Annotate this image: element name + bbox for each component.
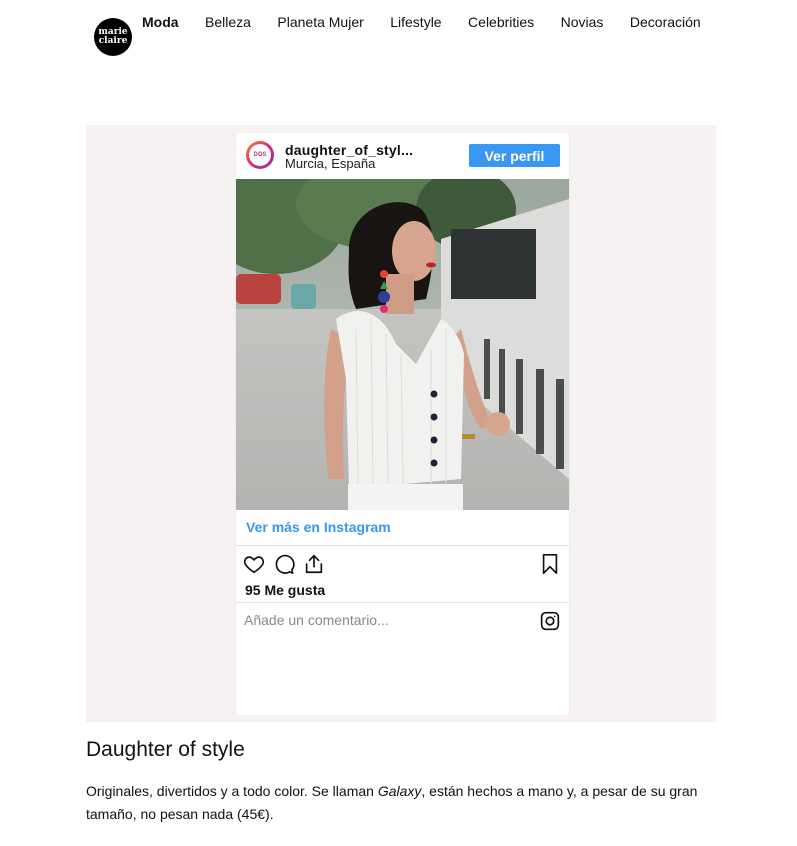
- nav-item-decoracion[interactable]: Decoración: [630, 14, 701, 30]
- post-location[interactable]: Murcia, España: [285, 156, 375, 171]
- post-header: DOS daughter_of_styl... Murcia, España V…: [236, 133, 569, 179]
- paragraph-text-start: Originales, divertidos y a todo color. S…: [86, 783, 378, 799]
- marie-claire-logo[interactable]: marie claire: [94, 18, 132, 56]
- bookmark-icon[interactable]: [539, 553, 561, 575]
- instagram-embed-panel: DOS daughter_of_styl... Murcia, España V…: [86, 125, 716, 722]
- nav-item-planeta-mujer[interactable]: Planeta Mujer: [277, 14, 363, 30]
- logo-line2: claire: [98, 36, 128, 46]
- likes-count: 95 Me gusta: [245, 582, 326, 598]
- share-icon[interactable]: [303, 553, 325, 575]
- nav-item-moda[interactable]: Moda: [142, 14, 179, 30]
- article-paragraph: Originales, divertidos y a todo color. S…: [86, 780, 726, 826]
- site-header: marie claire Moda Belleza Planeta Mujer …: [0, 0, 797, 60]
- main-nav: Moda Belleza Planeta Mujer Lifestyle Cel…: [142, 14, 717, 36]
- view-profile-button[interactable]: Ver perfil: [469, 144, 560, 167]
- separator-bottom: [236, 602, 569, 603]
- nav-item-novias[interactable]: Novias: [561, 14, 604, 30]
- separator-top: [236, 545, 569, 546]
- article-title: Daughter of style: [86, 738, 245, 761]
- view-more-on-instagram-link[interactable]: Ver más en Instagram: [246, 519, 391, 535]
- profile-avatar[interactable]: DOS: [246, 141, 274, 169]
- comment-input[interactable]: [244, 609, 514, 631]
- post-photo[interactable]: [236, 179, 569, 510]
- heart-icon[interactable]: [243, 553, 265, 575]
- paragraph-product-name: Galaxy: [377, 783, 422, 799]
- instagram-icon[interactable]: [540, 611, 560, 631]
- nav-item-lifestyle[interactable]: Lifestyle: [390, 14, 441, 30]
- post-photo-illustration: [236, 179, 569, 510]
- instagram-post-card: DOS daughter_of_styl... Murcia, España V…: [235, 133, 570, 715]
- comment-icon[interactable]: [273, 553, 295, 575]
- nav-item-celebrities[interactable]: Celebrities: [468, 14, 534, 30]
- avatar-inner: DOS: [249, 144, 271, 166]
- nav-item-belleza[interactable]: Belleza: [205, 14, 251, 30]
